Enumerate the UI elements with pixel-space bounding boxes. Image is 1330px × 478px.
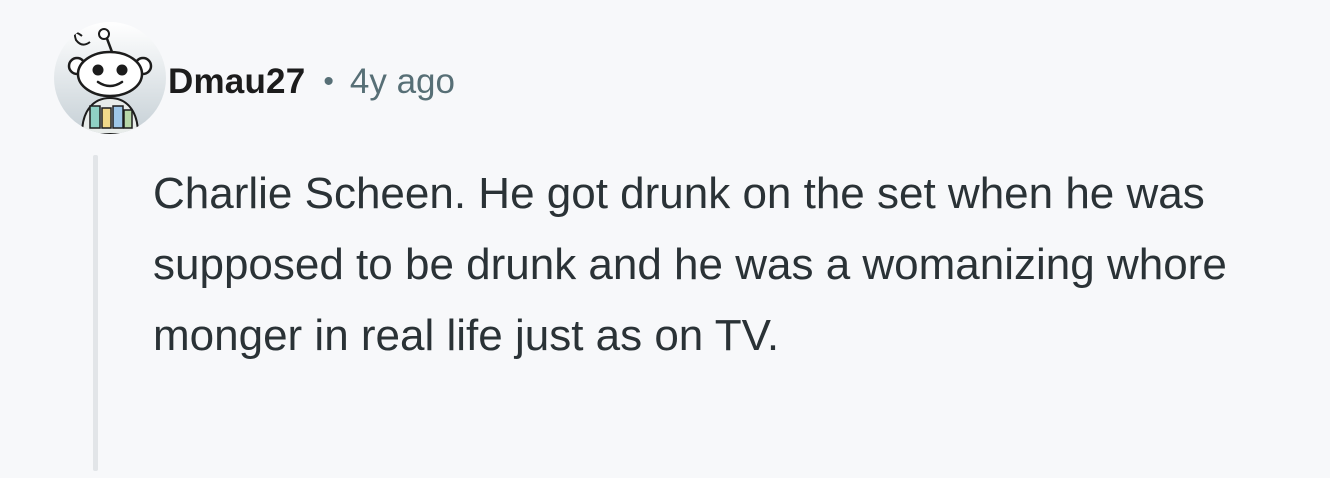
comment-body: Charlie Scheen. He got drunk on the set … (153, 169, 1227, 360)
comment-header: Dmau27 • 4y ago (168, 58, 455, 106)
comment: Dmau27 • 4y ago Charlie Scheen. He got d… (0, 0, 1330, 478)
comment-timestamp[interactable]: 4y ago (350, 62, 455, 102)
meta-separator: • (323, 65, 334, 98)
author-username[interactable]: Dmau27 (168, 62, 305, 102)
thread-line[interactable] (93, 155, 98, 471)
snoo-avatar-icon[interactable] (54, 22, 166, 134)
